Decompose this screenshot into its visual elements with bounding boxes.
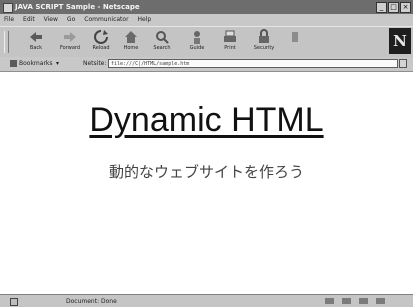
menu-edit[interactable]: Edit [23, 14, 35, 26]
security-button[interactable]: Security [252, 29, 276, 55]
reload-label: Reload [92, 45, 110, 51]
lock-icon [10, 298, 18, 306]
maximize-button[interactable]: □ [388, 2, 399, 13]
menu-help[interactable]: Help [138, 14, 152, 26]
security-icon [259, 29, 269, 43]
page-content: Dynamic HTML 動的なウェブサイトを作ろう [0, 72, 413, 294]
navigator-icon[interactable] [325, 298, 334, 304]
menu-file[interactable]: File [4, 14, 14, 26]
status-text: Document: Done [66, 298, 117, 305]
bookmarks-button[interactable]: Bookmarks [19, 58, 53, 70]
back-button[interactable]: Back [24, 29, 48, 55]
status-bar: Document: Done [0, 294, 413, 307]
back-label: Back [29, 45, 43, 51]
page-heading: Dynamic HTML [0, 100, 413, 140]
reload-button[interactable]: Reload [89, 29, 113, 55]
bookmark-icon [10, 60, 17, 67]
close-button[interactable]: × [400, 2, 411, 13]
forward-label: Forward [59, 45, 81, 51]
guide-button[interactable]: Guide [185, 29, 209, 55]
print-button[interactable]: Print [218, 29, 242, 55]
security-label: Security [253, 45, 275, 51]
title-bar: JAVA SCRIPT Sample - Netscape _ □ × [0, 0, 413, 14]
home-label: Home [123, 45, 139, 51]
guide-label: Guide [189, 45, 205, 51]
composer-icon[interactable] [376, 298, 385, 304]
location-label: Netsite: [83, 60, 107, 67]
guide-icon [194, 31, 200, 44]
toolbar-grip[interactable] [4, 31, 9, 53]
minimize-button[interactable]: _ [376, 2, 387, 13]
mail-icon[interactable] [342, 298, 351, 304]
app-icon [3, 3, 13, 13]
page-heading-text: Dynamic HTML [89, 101, 324, 139]
location-toolbar: Bookmarks ▾ Netsite: file:///C|/HTML/sam… [0, 57, 413, 72]
discussion-icon[interactable] [359, 298, 368, 304]
window-title: JAVA SCRIPT Sample - Netscape [15, 3, 140, 11]
navigation-toolbar: Back Forward Reload Home Search Guide Pr… [0, 26, 413, 58]
back-arrow-icon [30, 32, 42, 42]
stop-icon [292, 32, 298, 42]
home-button[interactable]: Home [119, 29, 143, 55]
stop-button[interactable] [283, 29, 307, 55]
url-dropdown-button[interactable] [399, 59, 407, 68]
search-button[interactable]: Search [150, 29, 174, 55]
search-label: Search [153, 45, 171, 51]
menu-view[interactable]: View [44, 14, 58, 26]
print-icon [224, 30, 236, 42]
menu-go[interactable]: Go [67, 14, 75, 26]
forward-arrow-icon [64, 32, 76, 42]
url-input[interactable]: file:///C|/HTML/sample.htm [108, 59, 398, 68]
reload-icon [94, 30, 108, 44]
home-icon [125, 31, 137, 43]
menu-communicator[interactable]: Communicator [84, 14, 128, 26]
chevron-down-icon: ▾ [56, 60, 60, 67]
search-icon [156, 31, 169, 44]
menu-bar: File Edit View Go Communicator Help [0, 14, 413, 26]
browser-window: JAVA SCRIPT Sample - Netscape _ □ × File… [0, 0, 413, 307]
page-subheading: 動的なウェブサイトを作ろう [108, 163, 304, 181]
print-label: Print [224, 45, 236, 51]
netscape-logo: N [389, 28, 411, 54]
forward-button[interactable]: Forward [58, 29, 82, 55]
